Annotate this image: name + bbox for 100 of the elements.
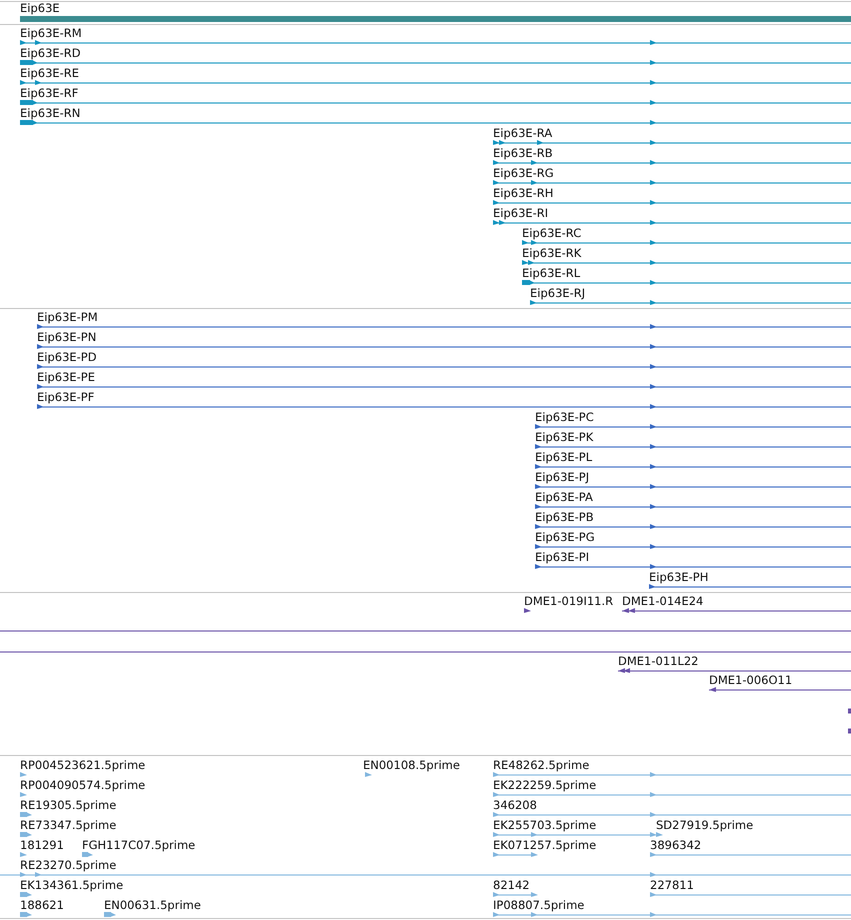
transcript-feature[interactable] xyxy=(492,160,851,165)
est-feature[interactable] xyxy=(20,852,27,857)
transcript-feature[interactable] xyxy=(492,140,851,145)
est-feature[interactable] xyxy=(492,832,657,837)
clone-feature[interactable] xyxy=(524,608,531,613)
clone-feature[interactable] xyxy=(618,668,851,673)
est-feature[interactable] xyxy=(82,852,93,857)
feature-label: EK222259.5prime xyxy=(493,778,596,792)
feature-label: Eip63E-RE xyxy=(20,66,80,80)
feature-label: RE19305.5prime xyxy=(20,798,116,812)
est-feature[interactable] xyxy=(650,892,851,897)
est-feature[interactable] xyxy=(104,912,116,917)
transcript-feature[interactable] xyxy=(20,60,851,65)
transcript-feature[interactable] xyxy=(522,280,851,285)
protein-feature[interactable] xyxy=(534,504,851,509)
est-feature[interactable] xyxy=(650,852,851,857)
feature-label: RE23270.5prime xyxy=(20,858,116,872)
feature-label: Eip63E-PM xyxy=(37,310,98,324)
feature-label: Eip63E xyxy=(20,1,60,15)
feature-label: Eip63E-PC xyxy=(535,410,594,424)
transcript-feature[interactable] xyxy=(530,300,851,305)
feature-label: 227811 xyxy=(650,878,694,892)
feature-label: DME1-006O11 xyxy=(709,673,792,687)
feature-label: EK255703.5prime xyxy=(493,818,596,832)
feature-label: EK071257.5prime xyxy=(493,838,596,852)
feature-label: Eip63E-PL xyxy=(535,450,592,464)
feature-label: Eip63E-RB xyxy=(493,146,553,160)
est-feature[interactable] xyxy=(492,792,851,797)
feature-label: Eip63E-RF xyxy=(20,86,78,100)
feature-label: FGH117C07.5prime xyxy=(82,838,196,852)
feature-label: Eip63E-PJ xyxy=(535,470,590,484)
protein-feature[interactable] xyxy=(534,444,851,449)
feature-label: RE73347.5prime xyxy=(20,818,116,832)
feature-label: RP004523621.5prime xyxy=(20,758,146,772)
feature-label: EN00108.5prime xyxy=(363,758,460,772)
protein-feature[interactable] xyxy=(648,584,851,589)
feature-label: SD27919.5prime xyxy=(656,818,754,832)
transcript-feature[interactable] xyxy=(492,200,851,205)
transcript-feature[interactable] xyxy=(20,100,851,105)
est-feature[interactable] xyxy=(492,772,851,777)
feature-label: Eip63E-RG xyxy=(493,166,554,180)
feature-label: Eip63E-RK xyxy=(522,246,582,260)
feature-label: IP08807.5prime xyxy=(493,898,584,912)
feature-label: Eip63E-PK xyxy=(535,430,594,444)
transcript-feature[interactable] xyxy=(492,180,851,185)
protein-feature[interactable] xyxy=(36,324,851,329)
transcript-feature[interactable] xyxy=(492,220,851,225)
est-feature[interactable] xyxy=(20,832,32,837)
feature-label: RP004090574.5prime xyxy=(20,778,146,792)
feature-label: Eip63E-RD xyxy=(20,46,81,60)
est-feature[interactable] xyxy=(20,792,27,797)
transcript-feature[interactable] xyxy=(20,120,851,125)
est-feature[interactable] xyxy=(492,912,851,917)
feature-label: Eip63E-PB xyxy=(535,510,594,524)
feature-label: 346208 xyxy=(493,798,537,812)
feature-label: Eip63E-RN xyxy=(20,106,80,120)
protein-feature[interactable] xyxy=(534,524,851,529)
feature-label: EK134361.5prime xyxy=(20,878,124,892)
protein-feature[interactable] xyxy=(534,424,851,429)
est-feature[interactable] xyxy=(20,812,32,817)
transcript-feature[interactable] xyxy=(522,240,851,245)
feature-label: Eip63E-RI xyxy=(493,206,548,220)
protein-feature[interactable] xyxy=(534,544,851,549)
transcript-feature[interactable] xyxy=(20,40,851,45)
est-feature[interactable] xyxy=(20,872,42,877)
est-feature[interactable] xyxy=(20,912,32,917)
feature-label: Eip63E-PG xyxy=(535,530,595,544)
protein-feature[interactable] xyxy=(534,464,851,469)
est-feature[interactable] xyxy=(0,872,851,877)
est-feature[interactable] xyxy=(492,812,851,817)
feature-label: Eip63E-RC xyxy=(522,226,582,240)
protein-feature[interactable] xyxy=(534,484,851,489)
transcript-feature[interactable] xyxy=(20,80,851,85)
feature-label: Eip63E-PN xyxy=(37,330,96,344)
est-feature[interactable] xyxy=(20,772,27,777)
est-feature[interactable] xyxy=(365,772,372,777)
feature-label: Eip63E-PA xyxy=(535,490,593,504)
feature-label: RE48262.5prime xyxy=(493,758,590,772)
protein-feature[interactable] xyxy=(36,344,851,349)
feature-label: 188621 xyxy=(20,898,64,912)
feature-label: Eip63E-PF xyxy=(37,390,94,404)
est-feature[interactable] xyxy=(492,852,538,857)
est-feature[interactable] xyxy=(656,832,663,837)
protein-feature[interactable] xyxy=(36,364,851,369)
est-feature[interactable] xyxy=(20,892,32,897)
est-feature[interactable] xyxy=(492,892,538,897)
feature-label: 181291 xyxy=(20,838,64,852)
feature-label: EN00631.5prime xyxy=(104,898,201,912)
feature-label: Eip63E-RJ xyxy=(530,286,586,300)
feature-label: 3896342 xyxy=(650,838,702,852)
protein-feature[interactable] xyxy=(534,564,851,569)
feature-label: Eip63E-PE xyxy=(37,370,96,384)
clone-feature[interactable] xyxy=(708,687,851,692)
feature-label: Eip63E-PH xyxy=(649,570,708,584)
feature-label: Eip63E-PD xyxy=(37,350,97,364)
protein-feature[interactable] xyxy=(36,404,851,409)
protein-feature[interactable] xyxy=(36,384,851,389)
feature-label: Eip63E-RL xyxy=(522,266,580,280)
transcript-feature[interactable] xyxy=(522,260,851,265)
clone-feature[interactable] xyxy=(622,608,851,613)
